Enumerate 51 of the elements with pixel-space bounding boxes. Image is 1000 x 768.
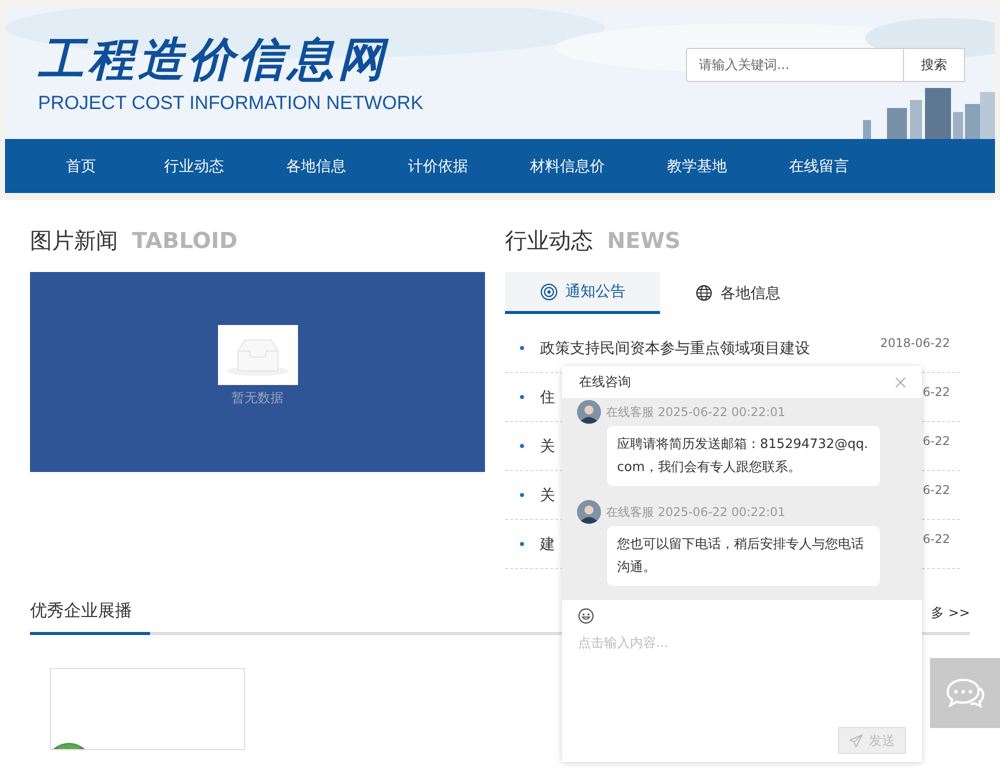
target-icon — [540, 282, 558, 300]
section-subtitle: NEWS — [607, 229, 681, 254]
avatar-icon — [577, 500, 601, 524]
section-title: 图片新闻 — [30, 228, 118, 256]
bullet-icon — [520, 493, 524, 497]
news-date: 6-22 — [922, 532, 950, 546]
company-card[interactable] — [50, 668, 245, 750]
empty-box-icon — [218, 325, 298, 385]
news-link[interactable]: 关 — [540, 486, 555, 504]
globe-icon — [694, 284, 712, 302]
smiley-icon[interactable] — [578, 608, 594, 624]
news-date: 6-22 — [922, 483, 950, 497]
message-bubble: 您也可以留下电话，稍后安排专人与您电话沟通。 — [607, 526, 880, 586]
news-date: 2018-06-22 — [880, 336, 950, 350]
nav-link[interactable]: 行业动态 — [127, 156, 255, 176]
news-link[interactable]: 政策支持民间资本参与重点领域项目建设 — [540, 338, 810, 358]
nav-link[interactable]: 各地信息 — [255, 156, 377, 176]
news-link[interactable]: 关 — [540, 436, 555, 456]
search-field[interactable]: 请输入关键词... — [686, 48, 904, 82]
chat-title: 在线咨询 — [579, 374, 631, 391]
nav-link[interactable]: 材料信息价 — [499, 156, 636, 176]
news-tab[interactable]: 通知公告 — [505, 272, 660, 314]
chat-float-button[interactable] — [930, 658, 1000, 728]
nav-link[interactable]: 在线留言 — [758, 156, 880, 176]
chat-bubbles-icon — [945, 676, 985, 710]
nav-link[interactable]: 首页 — [35, 156, 127, 176]
bullet-icon — [520, 542, 524, 546]
section-title: 行业动态 — [505, 228, 593, 256]
section-title: 优秀企业展播 — [30, 600, 132, 622]
message-sender: 在线客服 2025-06-22 00:22:01 — [606, 404, 786, 420]
paper-plane-icon — [849, 734, 863, 748]
search-button[interactable]: 搜索 — [904, 48, 965, 82]
nav-link[interactable]: 教学基地 — [636, 156, 758, 176]
bullet-icon — [520, 444, 524, 448]
news-tab[interactable]: 各地信息 — [660, 272, 815, 314]
news-date: 6-22 — [922, 385, 950, 399]
news-link[interactable]: 建 — [540, 534, 555, 554]
message-sender: 在线客服 2025-06-22 00:22:01 — [606, 504, 786, 520]
empty-text: 暂无数据 — [232, 390, 284, 407]
site-logo-subtitle: PROJECT COST INFORMATION NETWORK — [38, 93, 424, 115]
section-subtitle: TABLOID — [132, 229, 238, 254]
message-bubble: 应聘请将简历发送邮箱：815294732@qq.com，我们会有专人跟您联系。 — [607, 426, 880, 486]
avatar-icon — [577, 400, 601, 424]
site-logo-title: 工程造价信息网 — [38, 31, 390, 88]
bullet-icon — [520, 346, 524, 350]
nav-link[interactable]: 计价依据 — [377, 156, 499, 176]
bullet-icon — [520, 395, 524, 399]
close-icon[interactable] — [895, 376, 906, 388]
news-date: 6-22 — [922, 434, 950, 448]
news-link[interactable]: 住 — [540, 388, 555, 406]
more-link[interactable]: 多 >> — [931, 604, 970, 622]
